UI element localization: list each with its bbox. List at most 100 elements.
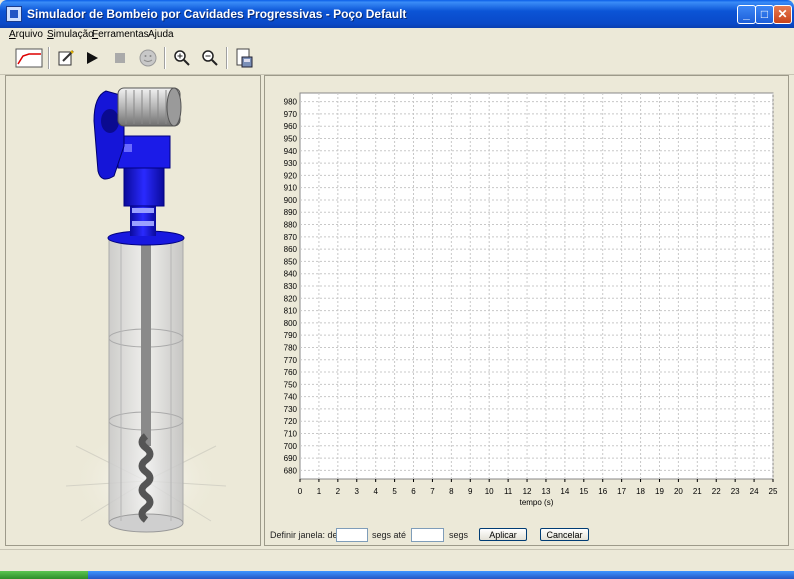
close-button[interactable]: ✕ (773, 5, 792, 24)
window-units-label: segs (449, 530, 469, 540)
x-tick-label: 12 (523, 487, 532, 496)
time-series-chart[interactable]: 0 1 2 3 4 5 6 7 8 9 10 11 12 13 14 15 16 17 18 19 20 21 22 23 24… (265, 76, 788, 526)
x-tick-label: 19 (655, 487, 664, 496)
x-tick-label: 9 (468, 487, 473, 496)
x-tick-label: 22 (712, 487, 721, 496)
play-button[interactable] (80, 46, 104, 70)
y-tick-label: 790 (284, 331, 298, 340)
y-tick-label: 870 (284, 233, 298, 242)
window-to-label: segs até (372, 530, 407, 540)
y-tick-label: 880 (284, 221, 298, 230)
zoom-out-button[interactable] (198, 46, 222, 70)
chart-panel: 0 1 2 3 4 5 6 7 8 9 10 11 12 13 14 15 16 17 18 19 20 21 22 23 24… (264, 75, 789, 546)
y-tick-label: 940 (284, 147, 298, 156)
window-to-input[interactable] (411, 528, 444, 542)
y-tick-label: 730 (284, 405, 298, 414)
zoom-out-icon (202, 50, 218, 66)
x-tick-label: 10 (485, 487, 494, 496)
y-tick-label: 740 (284, 393, 298, 402)
pump-illustration (65, 87, 227, 536)
edit-icon (58, 50, 74, 66)
stop-icon (115, 53, 125, 63)
export-icon (236, 48, 253, 68)
taskbar (0, 571, 794, 579)
y-tick-label: 890 (284, 208, 298, 217)
time-window-controls: Definir janela: de segs até segs Aplicar… (268, 528, 788, 544)
window-title: Simulador de Bombeio por Cavidades Progr… (27, 7, 407, 21)
x-tick-label: 20 (674, 487, 683, 496)
y-tick-label: 700 (284, 442, 298, 451)
y-tick-label: 720 (284, 417, 298, 426)
menu-arquivo[interactable]: Arquivo (9, 28, 43, 42)
y-tick-label: 770 (284, 356, 298, 365)
y-tick-label: 690 (284, 454, 298, 463)
x-tick-label: 4 (373, 487, 378, 496)
x-tick-label: 11 (504, 487, 513, 496)
x-tick-label: 7 (430, 487, 435, 496)
status-face-icon (139, 49, 157, 67)
window-from-label: Definir janela: de (270, 530, 338, 540)
x-tick-label: 3 (355, 487, 360, 496)
y-tick-label: 910 (284, 184, 298, 193)
x-tick-label: 6 (411, 487, 416, 496)
cancel-button[interactable]: Cancelar (540, 528, 589, 541)
y-tick-label: 780 (284, 343, 298, 352)
y-tick-label: 970 (284, 110, 298, 119)
y-tick-label: 900 (284, 196, 298, 205)
zoom-in-icon (174, 50, 190, 66)
x-axis-label: tempo (s) (520, 498, 554, 507)
x-tick-label: 1 (317, 487, 322, 496)
stop-button[interactable] (108, 46, 132, 70)
x-tick-label: 5 (392, 487, 397, 496)
y-tick-label: 980 (284, 98, 298, 107)
menu-ajuda[interactable]: Ajuda (148, 28, 174, 42)
app-icon[interactable] (6, 6, 22, 22)
toolbar (0, 42, 794, 75)
y-tick-label: 840 (284, 270, 298, 279)
y-tick-label: 710 (284, 430, 298, 439)
x-tick-label: 2 (336, 487, 341, 496)
x-tick-label: 13 (542, 487, 551, 496)
y-tick-label: 950 (284, 134, 298, 143)
edit-button[interactable] (54, 46, 78, 70)
minimize-button[interactable]: _ (737, 5, 756, 24)
menu-bar: Arquivo Simulação Ferramentas Ajuda (0, 28, 794, 42)
x-tick-label: 24 (750, 487, 759, 496)
y-tick-label: 850 (284, 257, 298, 266)
x-tick-label: 25 (769, 487, 778, 496)
y-tick-label: 810 (284, 307, 298, 316)
apply-button[interactable]: Aplicar (479, 528, 527, 541)
menu-ferramentas[interactable]: Ferramentas (92, 28, 149, 42)
y-tick-label: 680 (284, 466, 298, 475)
x-tick-label: 16 (598, 487, 607, 496)
chart-view-button[interactable] (14, 46, 44, 70)
x-tick-label: 15 (579, 487, 588, 496)
x-tick-label: 14 (560, 487, 569, 496)
x-tick-label: 18 (636, 487, 645, 496)
zoom-in-button[interactable] (170, 46, 194, 70)
window-from-input[interactable] (336, 528, 368, 542)
title-bar[interactable]: Simulador de Bombeio por Cavidades Progr… (0, 0, 794, 28)
menu-simulacao[interactable]: Simulação (47, 28, 94, 42)
x-tick-label: 0 (298, 487, 303, 496)
y-tick-label: 800 (284, 319, 298, 328)
maximize-button[interactable]: □ (755, 5, 774, 24)
pump-3d-view[interactable] (5, 75, 261, 546)
chart-icon (15, 48, 43, 68)
x-tick-label: 23 (731, 487, 740, 496)
y-tick-label: 930 (284, 159, 298, 168)
start-button[interactable] (0, 571, 88, 579)
y-tick-label: 920 (284, 171, 298, 180)
play-icon (87, 52, 98, 64)
x-tick-label: 8 (449, 487, 454, 496)
y-tick-label: 830 (284, 282, 298, 291)
y-tick-label: 820 (284, 294, 298, 303)
status-bar (0, 549, 794, 572)
y-tick-label: 750 (284, 380, 298, 389)
x-tick-label: 21 (693, 487, 702, 496)
status-face-button[interactable] (136, 46, 160, 70)
export-button[interactable] (232, 46, 256, 70)
y-tick-label: 760 (284, 368, 298, 377)
y-tick-label: 860 (284, 245, 298, 254)
y-tick-label: 960 (284, 122, 298, 131)
